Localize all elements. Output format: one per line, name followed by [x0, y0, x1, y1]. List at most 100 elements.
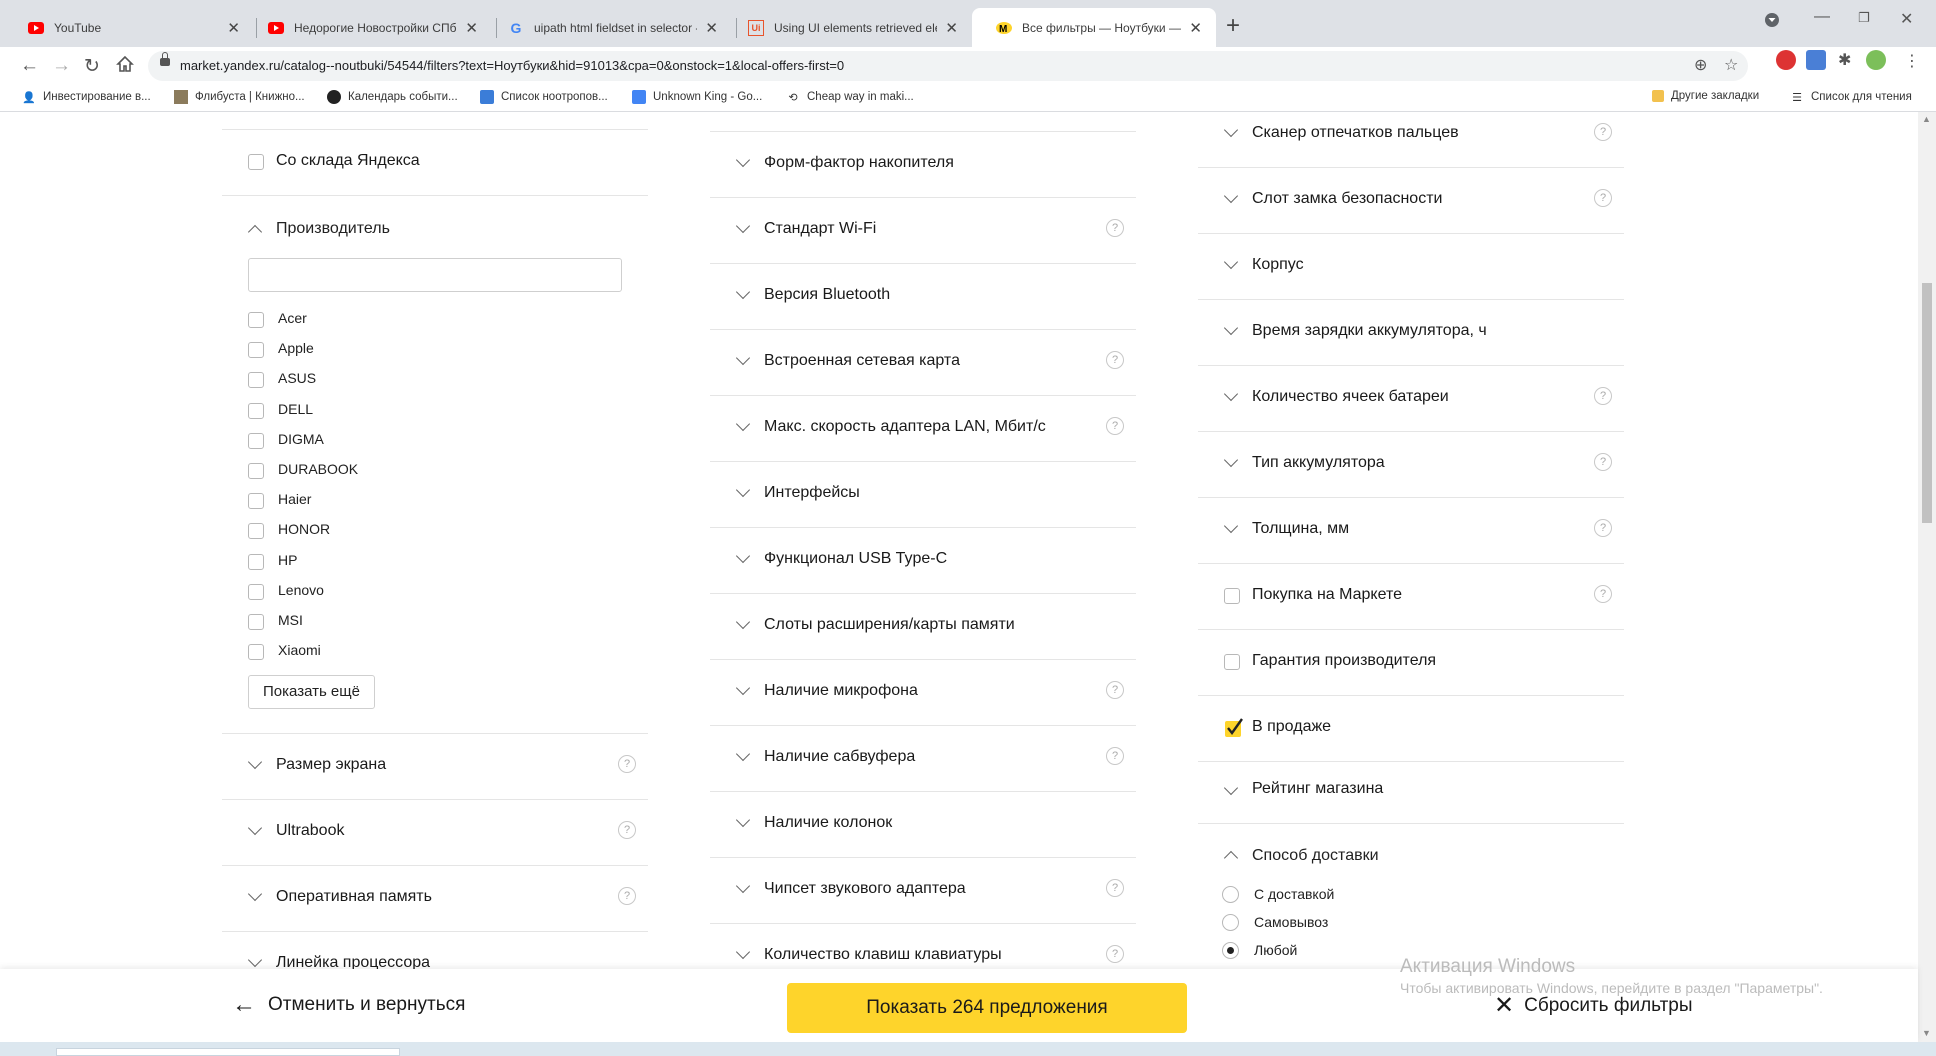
omnibox[interactable]: market.yandex.ru/catalog--noutbuki/54544…	[148, 51, 1748, 81]
chevron-down-icon[interactable]	[735, 878, 751, 894]
help-icon[interactable]: ?	[1106, 351, 1124, 369]
checkbox[interactable]	[1224, 588, 1240, 604]
tab-youtube[interactable]: YouTube ✕	[4, 8, 254, 47]
manufacturer-option[interactable]: HONOR	[278, 521, 330, 537]
bookmark-star-icon[interactable]: ☆	[1724, 55, 1738, 75]
filter-row[interactable]: Слоты расширения/карты памяти	[710, 594, 1136, 660]
menu-kebab-icon[interactable]: ⋮	[1904, 51, 1924, 71]
filter-row[interactable]: Встроенная сетевая карта?	[710, 330, 1136, 396]
forward-icon[interactable]: →	[52, 55, 71, 77]
delivery-title[interactable]: Способ доставки	[1252, 847, 1379, 865]
tab-search-icon[interactable]	[1764, 12, 1780, 33]
chevron-down-icon[interactable]	[1223, 518, 1239, 534]
manufacturer-option[interactable]: DURABOOK	[278, 461, 358, 477]
filter-row[interactable]: Линейка процессора	[222, 932, 648, 969]
tab-novostroiki[interactable]: Недорогие Новостройки СПб Р ✕	[244, 8, 492, 47]
filter-row[interactable]: Размер экрана?	[222, 734, 648, 800]
help-icon[interactable]: ?	[1594, 189, 1612, 207]
filter-row[interactable]: Тип аккумулятора?	[1198, 432, 1624, 498]
filter-row[interactable]: Ultrabook?	[222, 800, 648, 866]
chevron-down-icon[interactable]	[735, 482, 751, 498]
cancel-button[interactable]: ← Отменить и вернуться	[232, 991, 465, 1019]
chevron-down-icon[interactable]	[735, 416, 751, 432]
filter-row[interactable]: Наличие колонок	[710, 792, 1136, 858]
manufacturer-option[interactable]: DIGMA	[278, 431, 324, 447]
chevron-down-icon[interactable]	[247, 820, 263, 836]
url-text[interactable]: market.yandex.ru/catalog--noutbuki/54544…	[180, 58, 844, 73]
filter-row[interactable]: Оперативная память?	[222, 866, 648, 932]
chevron-down-icon[interactable]	[735, 614, 751, 630]
close-tab-icon[interactable]: ✕	[1189, 19, 1202, 37]
checkbox[interactable]	[248, 614, 264, 630]
chevron-down-icon[interactable]	[1223, 780, 1239, 796]
checkbox[interactable]	[248, 372, 264, 389]
chevron-down-icon[interactable]	[1223, 320, 1239, 336]
checkbox[interactable]	[248, 312, 264, 328]
checkbox[interactable]	[248, 493, 264, 510]
bookmark-item[interactable]: Флибуста | Книжно...	[174, 90, 305, 104]
radio-button[interactable]	[1222, 942, 1239, 959]
chevron-down-icon[interactable]	[247, 886, 263, 902]
help-icon[interactable]: ?	[1594, 123, 1612, 141]
chevron-down-icon[interactable]	[1223, 254, 1239, 270]
profile-avatar-icon[interactable]	[1866, 50, 1886, 70]
manufacturer-option[interactable]: HP	[278, 552, 297, 568]
chevron-up-icon[interactable]	[247, 224, 263, 240]
help-icon[interactable]: ?	[1594, 519, 1612, 537]
show-more-button[interactable]: Показать ещё	[248, 675, 375, 709]
close-tab-icon[interactable]: ✕	[227, 19, 240, 37]
chevron-down-icon[interactable]	[735, 746, 751, 762]
filter-row[interactable]: Интерфейс жесткого диска?	[710, 112, 1136, 132]
filter-row[interactable]: Наличие микрофона?	[710, 660, 1136, 726]
chevron-down-icon[interactable]	[735, 944, 751, 960]
filter-row[interactable]: Количество клавиш клавиатуры?	[710, 924, 1136, 969]
filter-store-rating[interactable]: Рейтинг магазина	[1198, 758, 1624, 824]
chevron-down-icon[interactable]	[247, 952, 263, 968]
help-icon[interactable]: ?	[618, 755, 636, 773]
filter-row[interactable]: Макс. скорость адаптера LAN, Мбит/с?	[710, 396, 1136, 462]
filter-row[interactable]: Слот замка безопасности?	[1198, 168, 1624, 234]
other-bookmarks[interactable]: Другие закладки	[1652, 90, 1759, 102]
reload-icon[interactable]: ↻	[84, 55, 100, 78]
tab-uipath-search[interactable]: G uipath html fieldset in selector - ✕	[484, 8, 732, 47]
filter-row[interactable]: Наличие сабвуфера?	[710, 726, 1136, 792]
checkbox-filter-row[interactable]: В продаже	[1198, 696, 1624, 762]
manufacturer-option[interactable]: Xiaomi	[278, 642, 321, 658]
bookmark-item[interactable]: 👤 Инвестирование в...	[22, 90, 151, 104]
chevron-down-icon[interactable]	[247, 754, 263, 770]
manufacturer-option[interactable]: MSI	[278, 612, 303, 628]
minimize-icon[interactable]: —	[1814, 8, 1830, 26]
lock-icon[interactable]	[160, 52, 170, 66]
new-tab-icon[interactable]: +	[1226, 12, 1240, 40]
help-icon[interactable]: ?	[1106, 219, 1124, 237]
manufacturer-option[interactable]: Apple	[278, 340, 314, 356]
manufacturer-option[interactable]: Acer	[278, 310, 307, 326]
help-icon[interactable]: ?	[618, 821, 636, 839]
bookmark-item[interactable]: ⟲ Cheap way in maki...	[786, 90, 913, 104]
chevron-down-icon[interactable]	[735, 284, 751, 300]
filter-row[interactable]: Версия Bluetooth	[710, 264, 1136, 330]
manufacturer-option[interactable]: ASUS	[278, 370, 316, 386]
help-icon[interactable]: ?	[1106, 681, 1124, 699]
radio-button[interactable]	[1222, 914, 1239, 931]
close-tab-icon[interactable]: ✕	[705, 19, 718, 37]
filter-row[interactable]: Корпус	[1198, 234, 1624, 300]
help-icon[interactable]: ?	[1594, 387, 1612, 405]
checkbox[interactable]	[248, 432, 264, 449]
filter-row[interactable]: Интерфейсы	[710, 462, 1136, 528]
back-icon[interactable]: ←	[20, 55, 39, 77]
help-icon[interactable]: ?	[1594, 453, 1612, 471]
manufacturer-title[interactable]: Производитель	[276, 220, 390, 238]
chevron-down-icon[interactable]	[735, 218, 751, 234]
tab-uipath-docs[interactable]: Ui Using UI elements retrieved elem ✕	[724, 8, 972, 47]
delivery-option[interactable]: Самовывоз	[1254, 914, 1328, 930]
extensions-puzzle-icon[interactable]: ✱	[1838, 50, 1858, 70]
checkbox[interactable]	[248, 154, 264, 170]
bookmark-item[interactable]: Календарь событи...	[327, 90, 458, 104]
zoom-icon[interactable]: ⊕	[1694, 55, 1707, 75]
filter-row[interactable]: Время зарядки аккумулятора, ч	[1198, 300, 1624, 366]
help-icon[interactable]: ?	[1106, 417, 1124, 435]
scroll-down-icon[interactable]: ▼	[1922, 1028, 1931, 1038]
chevron-down-icon[interactable]	[1223, 188, 1239, 204]
tab-yandex-market[interactable]: M Все фильтры — Ноутбуки — вы ✕	[972, 8, 1216, 47]
